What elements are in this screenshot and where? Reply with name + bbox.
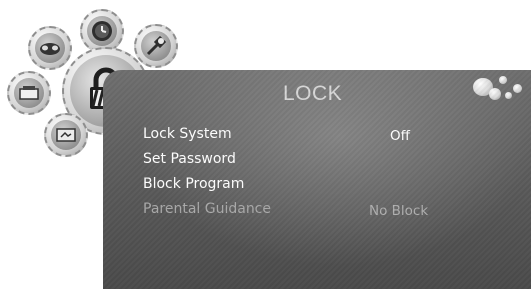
menu-item-parental-guidance: Parental Guidance <box>143 201 271 217</box>
menu-item-lock-system[interactable]: Lock System <box>143 126 232 142</box>
menu-item-label: Set Password <box>143 151 236 167</box>
settings-category-button[interactable] <box>134 24 178 68</box>
picture-icon <box>35 33 65 63</box>
picture-category-button[interactable] <box>28 26 72 70</box>
bubbles-icon <box>473 72 525 108</box>
channel-icon <box>14 78 44 108</box>
lock-menu-panel: LOCK Lock System Off Set Password Block … <box>103 70 531 289</box>
menu-title: LOCK <box>283 82 343 105</box>
menu-item-label: Block Program <box>143 176 245 192</box>
menu-item-set-password[interactable]: Set Password <box>143 151 236 167</box>
menu-item-label: Parental Guidance <box>143 201 271 217</box>
menu-item-block-program[interactable]: Block Program <box>143 176 244 192</box>
lock-system-value[interactable]: Off <box>390 128 410 144</box>
menu-item-label: Lock System <box>143 126 232 142</box>
media-category-button[interactable] <box>44 113 88 157</box>
media-icon <box>51 120 81 150</box>
channel-category-button[interactable] <box>7 71 51 115</box>
clock-icon <box>87 16 117 46</box>
parental-guidance-value: No Block <box>369 203 429 219</box>
settings-icon <box>141 31 171 61</box>
